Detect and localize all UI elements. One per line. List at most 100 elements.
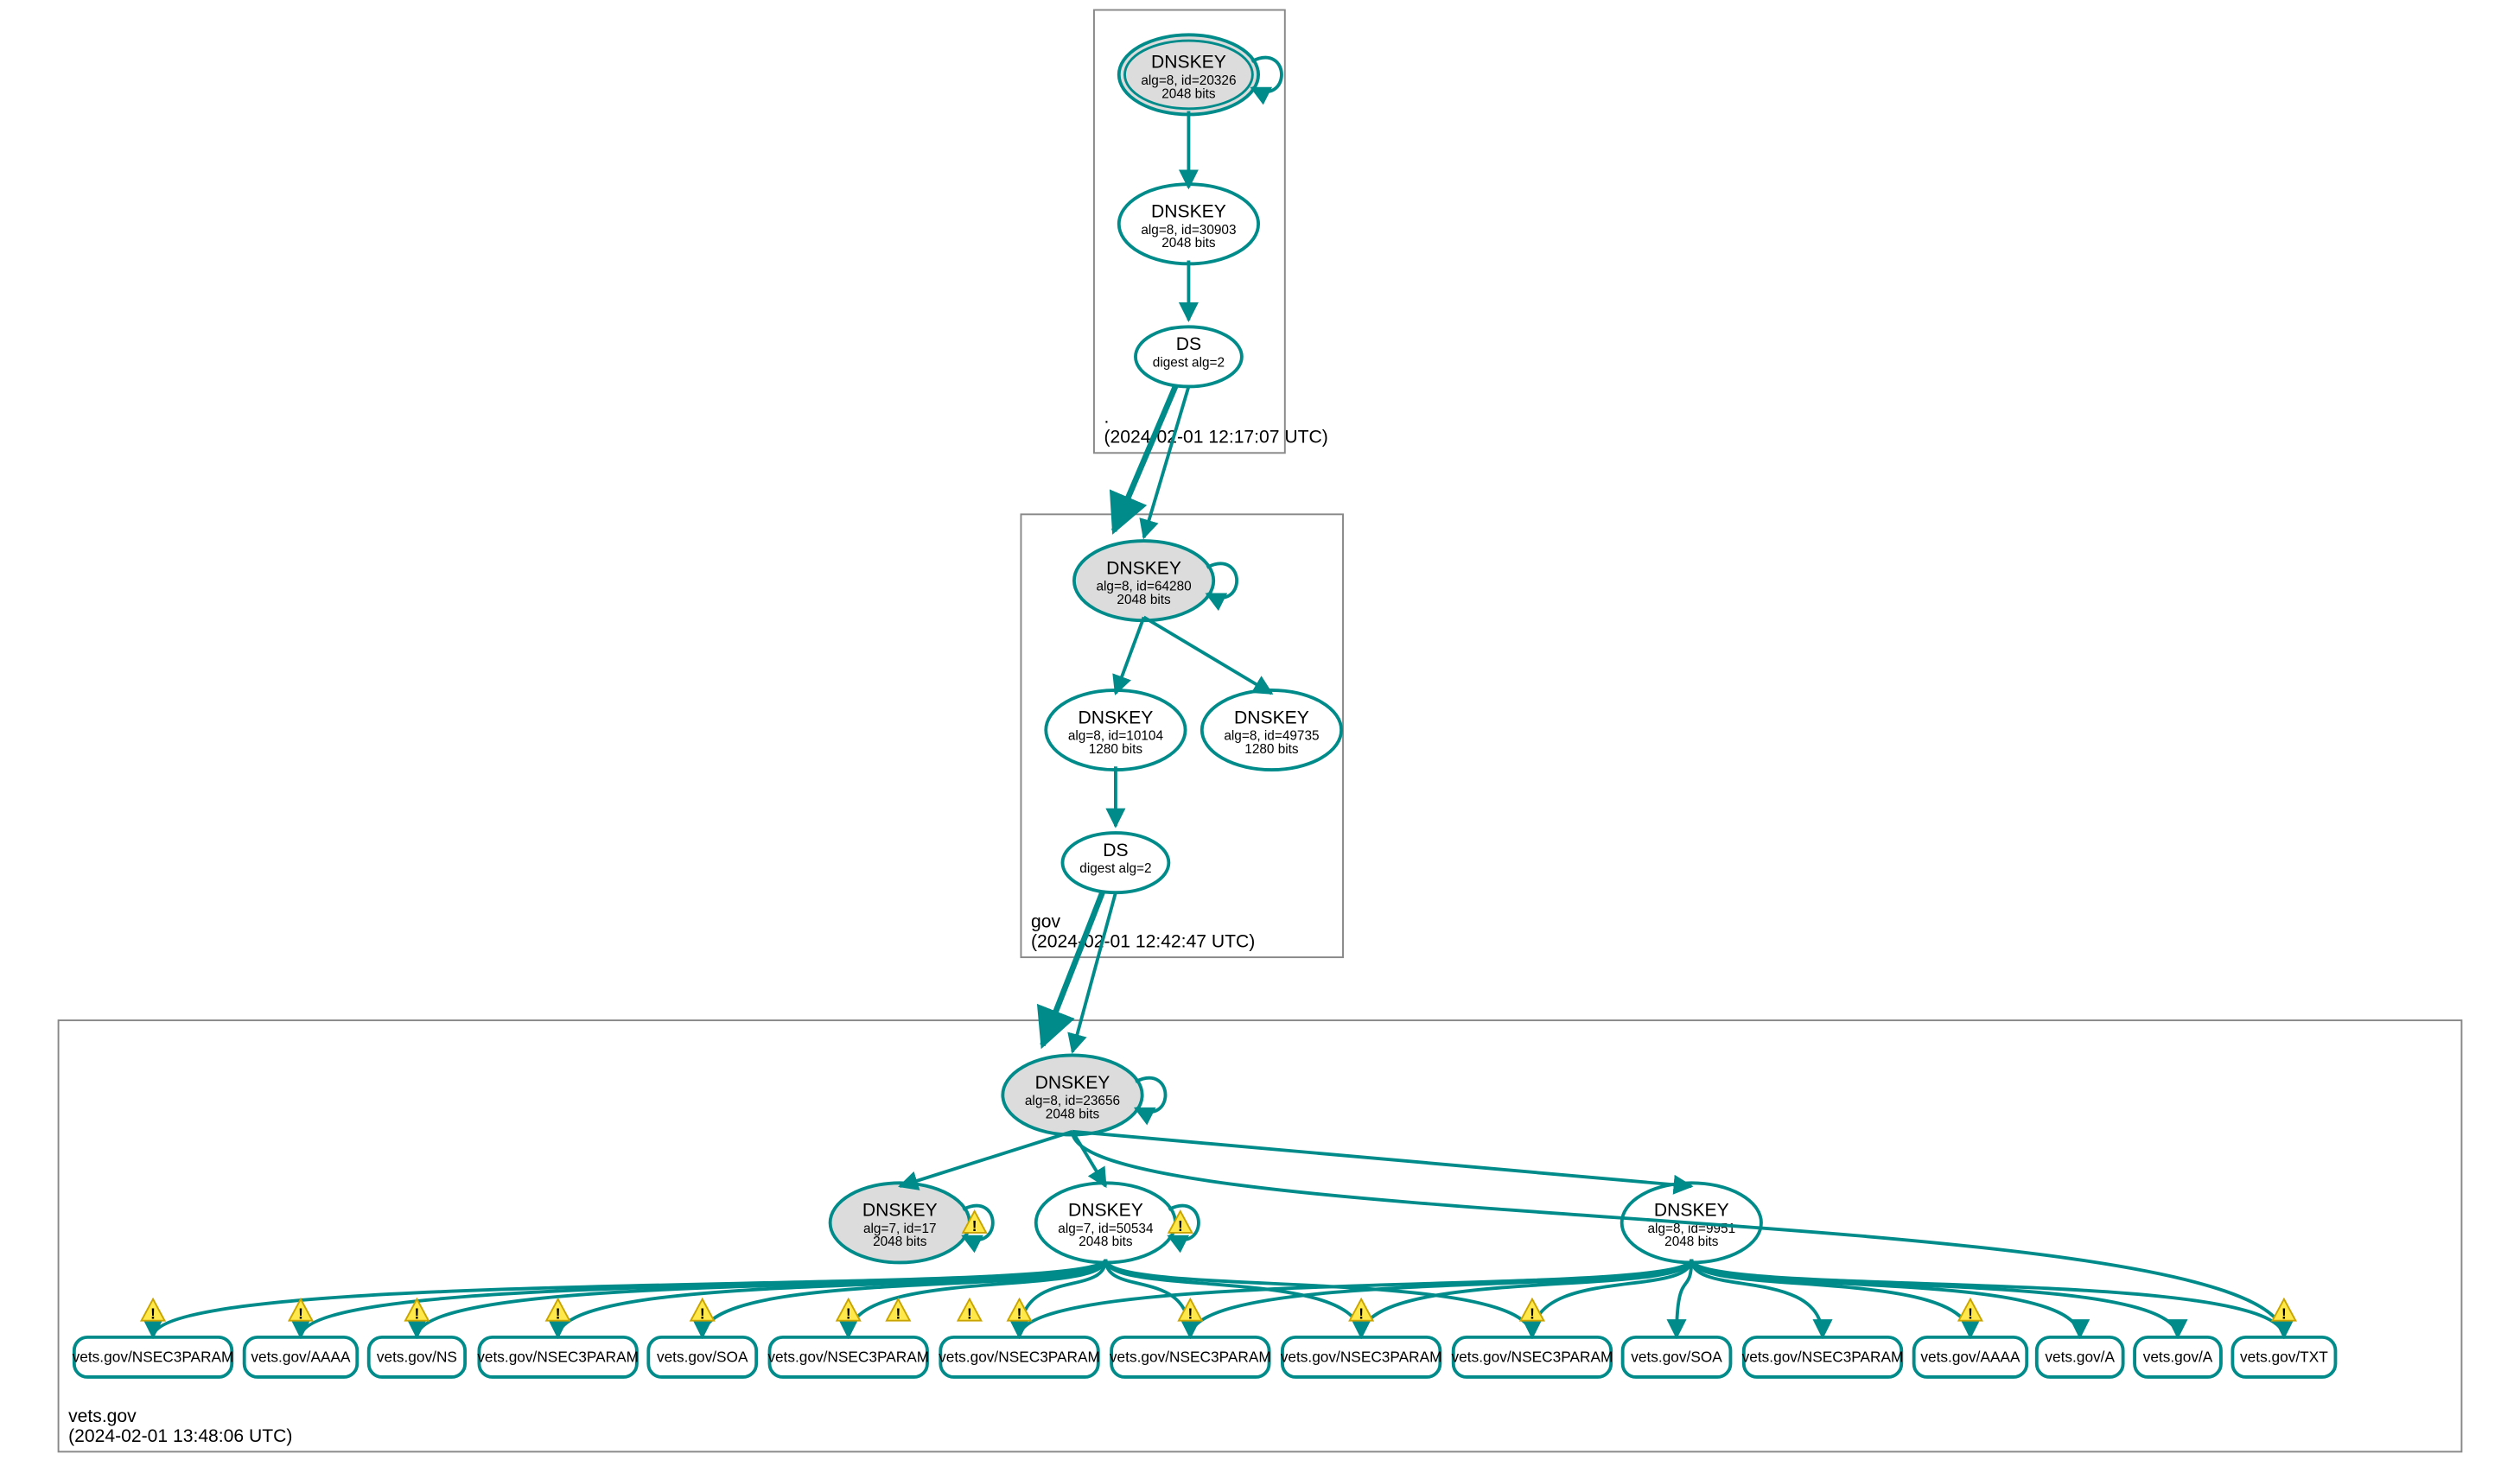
warning-icon: ! [1008,1299,1031,1323]
warning-icon: ! [2272,1299,2295,1323]
leaf-label: vets.gov/NSEC3PARAM [1452,1349,1613,1366]
warning-icon: ! [1179,1299,1202,1323]
leaf-label: vets.gov/SOA [657,1349,748,1366]
leaf-L13: vets.gov/A [2037,1337,2123,1377]
node-n1: DNSKEYalg=8, id=203262048 bits [1119,35,1258,114]
leaf-L6: vets.gov/NSEC3PARAM [939,1337,1100,1377]
leaf-L10: vets.gov/SOA [1623,1337,1731,1377]
leaf-label: vets.gov/NSEC3PARAM [767,1349,929,1366]
node-bits: 2048 bits [1664,1235,1719,1249]
warning-icon: ! [142,1299,165,1323]
edge [1072,1132,1691,1186]
dnssec-chain-diagram: .(2024-02-01 12:17:07 UTC)gov(2024-02-01… [0,0,2520,1460]
warning-icon: ! [1959,1299,1982,1323]
leaf-L4: vets.gov/SOA [648,1337,756,1377]
leaf-label: vets.gov/TXT [2240,1349,2328,1366]
node-bits: 2048 bits [1117,593,1171,607]
zone-label: . [1104,408,1109,428]
node-detail: digest alg=2 [1153,355,1225,370]
leaf-L11: vets.gov/NSEC3PARAM [1742,1337,1904,1377]
warning-icon: ! [837,1299,860,1323]
node-n3: DSdigest alg=2 [1136,327,1242,386]
leaf-L2: vets.gov/NS [369,1337,465,1377]
node-bits: 1280 bits [1244,742,1299,757]
node-n10: DNSKEYalg=7, id=505342048 bits [1036,1183,1175,1262]
node-title: DNSKEY [1106,558,1181,578]
node-n8: DNSKEYalg=8, id=236562048 bits [1002,1055,1142,1134]
leaf-L0: vets.gov/NSEC3PARAM [73,1337,234,1377]
leaf-L14: vets.gov/A [2135,1337,2221,1377]
leaf-edge [1190,1260,1691,1337]
leaf-edge [1691,1260,2079,1337]
warning-icon: ! [546,1299,570,1323]
svg-text:!: ! [967,1305,972,1323]
warning-icon: ! [1350,1299,1373,1323]
svg-text:!: ! [556,1305,561,1323]
node-title: DNSKEY [1151,53,1226,73]
zone-timestamp: (2024-02-01 12:42:47 UTC) [1031,932,1255,952]
node-n2: DNSKEYalg=8, id=309032048 bits [1119,184,1258,263]
leaf-label: vets.gov/A [2045,1349,2115,1366]
svg-text:!: ! [1530,1305,1535,1323]
svg-text:!: ! [1359,1305,1364,1323]
leaf-L12: vets.gov/AAAA [1914,1337,2027,1377]
node-title: DS [1103,841,1128,860]
leaf-label: vets.gov/SOA [1631,1349,1722,1366]
leaf-label: vets.gov/AAAA [1920,1349,2020,1366]
node-bits: 2048 bits [1161,86,1216,101]
edge [1072,1132,1105,1186]
node-title: DNSKEY [1035,1073,1110,1093]
node-title: DNSKEY [1151,202,1226,222]
leaf-L8: vets.gov/NSEC3PARAM [1281,1337,1442,1377]
node-n7: DSdigest alg=2 [1062,833,1168,892]
leaf-label: vets.gov/NS [377,1349,457,1366]
warning-icon: ! [290,1299,313,1323]
svg-text:!: ! [895,1305,900,1323]
zone-timestamp: (2024-02-01 12:17:07 UTC) [1104,428,1327,448]
node-title: DNSKEY [1654,1201,1729,1221]
leaf-label: vets.gov/NSEC3PARAM [1742,1349,1904,1366]
leaf-edge [703,1260,1106,1337]
leaf-L15: vets.gov/TXT [2232,1337,2335,1377]
leaf-edge [1691,1260,2178,1337]
node-n9: DNSKEYalg=7, id=172048 bits [830,1183,970,1262]
svg-text:!: ! [846,1305,851,1323]
leaf-edge [558,1260,1106,1337]
leaf-L9: vets.gov/NSEC3PARAM [1452,1337,1613,1377]
leaf-label: vets.gov/NSEC3PARAM [1281,1349,1442,1366]
svg-text:!: ! [1017,1305,1022,1323]
node-title: DNSKEY [1079,708,1154,727]
node-title: DNSKEY [1068,1201,1143,1221]
leaf-L7: vets.gov/NSEC3PARAM [1110,1337,1271,1377]
leaf-label: vets.gov/NSEC3PARAM [477,1349,639,1366]
zone-timestamp: (2024-02-01 13:48:06 UTC) [68,1426,292,1446]
node-n6: DNSKEYalg=8, id=497351280 bits [1202,690,1341,770]
svg-text:!: ! [972,1217,977,1235]
svg-text:!: ! [150,1305,156,1323]
leaf-label: vets.gov/NSEC3PARAM [73,1349,234,1366]
leaf-edge [417,1260,1105,1337]
leaf-label: vets.gov/A [2143,1349,2213,1366]
node-bits: 2048 bits [1161,236,1216,251]
node-bits: 2048 bits [873,1235,927,1249]
node-bits: 2048 bits [1079,1235,1133,1249]
leaf-L5: vets.gov/NSEC3PARAM [767,1337,929,1377]
warning-icon: ! [690,1299,714,1323]
leaf-edge [1691,1260,2284,1337]
node-bits: 1280 bits [1089,742,1143,757]
edge [900,1132,1072,1186]
leaf-L3: vets.gov/NSEC3PARAM [477,1337,639,1377]
node-n5: DNSKEYalg=8, id=101041280 bits [1046,690,1185,770]
svg-text:!: ! [2281,1305,2287,1323]
node-title: DS [1176,334,1201,354]
zone-label: gov [1031,912,1060,932]
svg-text:!: ! [1968,1305,1973,1323]
svg-text:!: ! [298,1305,303,1323]
node-detail: digest alg=2 [1079,861,1151,876]
edge [1116,617,1144,693]
warning-icon: ! [958,1299,981,1323]
warning-icon: ! [887,1299,910,1323]
leaf-label: vets.gov/NSEC3PARAM [939,1349,1100,1366]
node-bits: 2048 bits [1046,1107,1100,1121]
svg-text:!: ! [415,1305,420,1323]
